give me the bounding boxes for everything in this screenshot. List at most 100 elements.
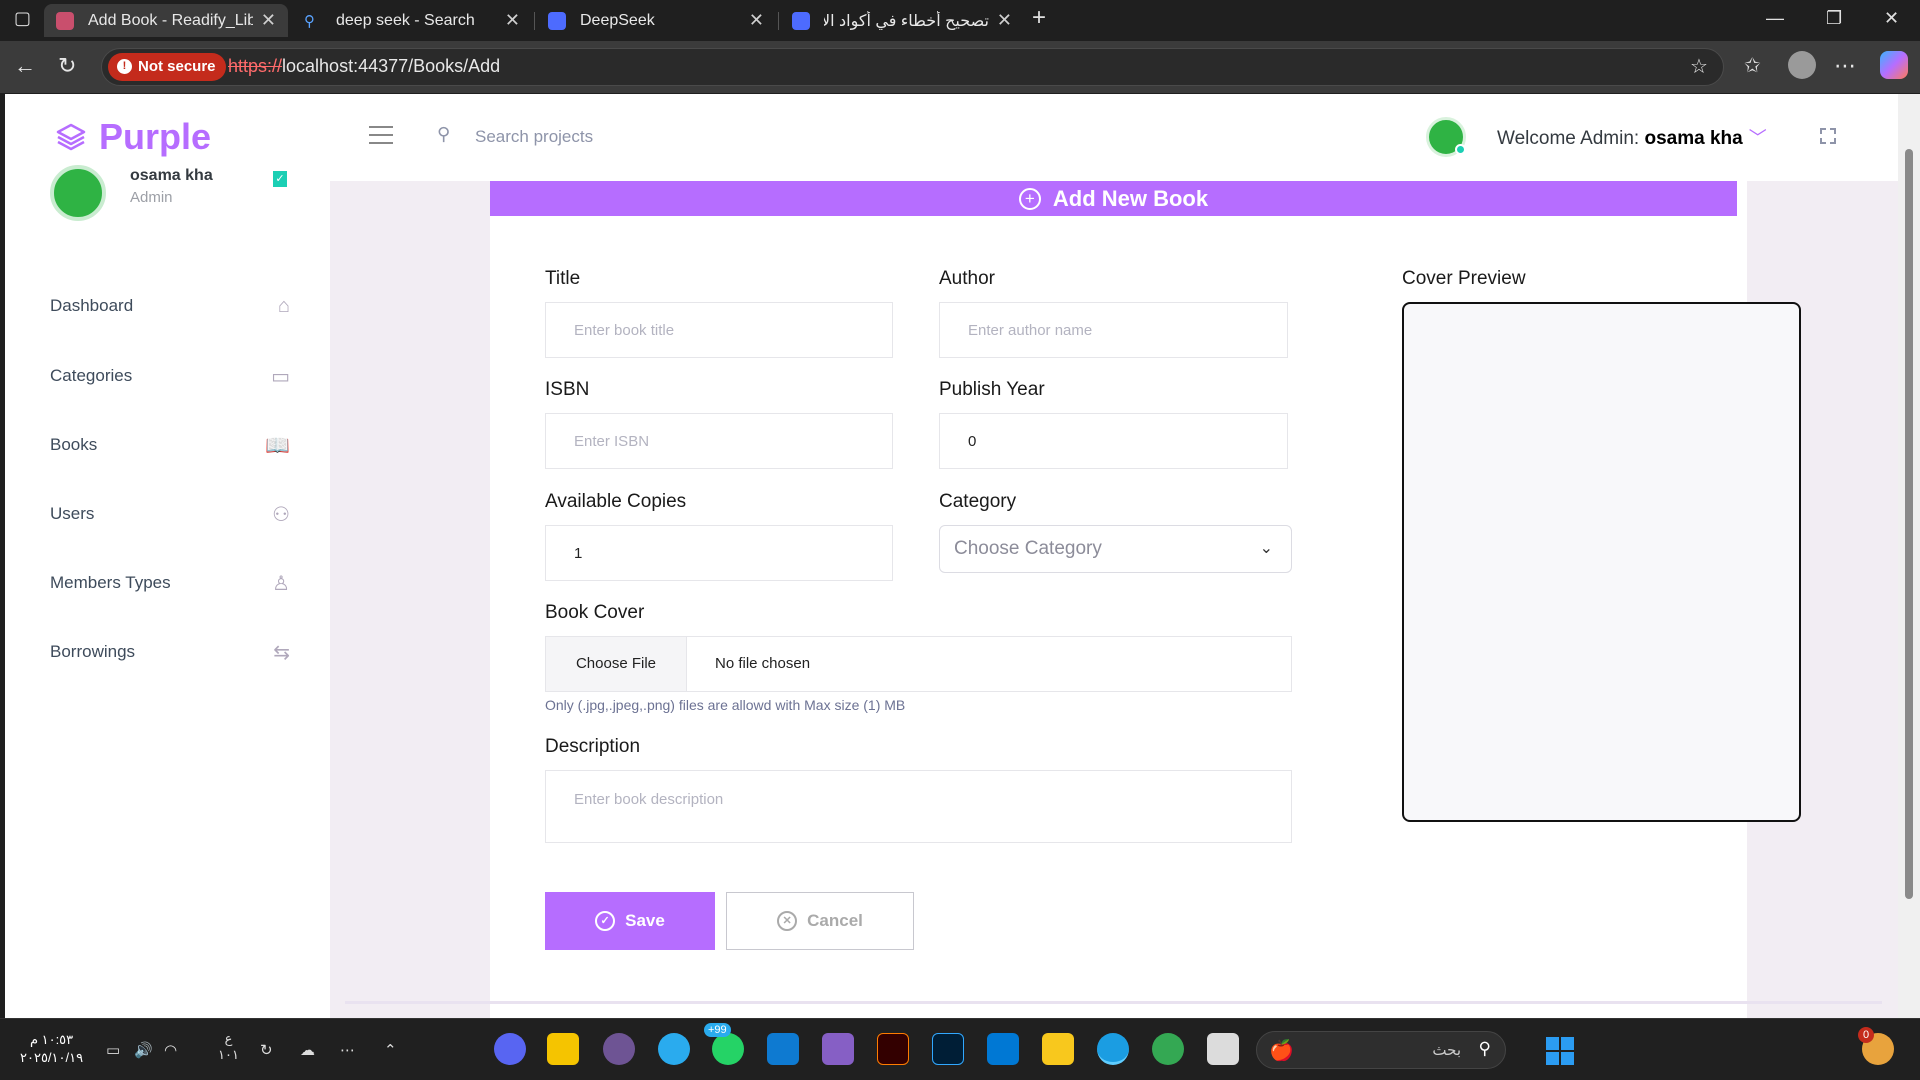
not-secure-label: Not secure bbox=[138, 58, 216, 75]
chevron-down-icon: ﹀ bbox=[1748, 128, 1767, 148]
search-favicon-icon: ⚲ bbox=[304, 12, 315, 30]
file-explorer-icon[interactable] bbox=[1042, 1033, 1074, 1065]
photoshop-icon[interactable] bbox=[932, 1033, 964, 1065]
isbn-input[interactable] bbox=[545, 413, 893, 469]
brand-logo[interactable]: Purple bbox=[55, 116, 211, 158]
profile-name: osama kha bbox=[130, 167, 213, 184]
close-window-icon[interactable]: ✕ bbox=[1884, 8, 1899, 29]
user-menu[interactable]: Welcome Admin: osama kha ﹀ bbox=[1497, 124, 1767, 150]
url-text[interactable]: https://localhost:44377/Books/Add bbox=[228, 56, 500, 77]
terminal-icon[interactable] bbox=[1207, 1033, 1239, 1065]
potplayer-icon[interactable] bbox=[547, 1033, 579, 1065]
clock-date: ٢٠٢٥/١٠/١٩ bbox=[20, 1050, 84, 1065]
battery-icon[interactable]: ▭ bbox=[106, 1041, 120, 1059]
fullscreen-icon[interactable] bbox=[1820, 128, 1836, 144]
illustrator-icon[interactable] bbox=[877, 1033, 909, 1065]
x-circle-icon: ✕ bbox=[777, 911, 798, 931]
book-cover-file-input[interactable]: Choose File No file chosen bbox=[545, 636, 1292, 692]
tab-add-book[interactable]: Add Book - Readify_Library ✕ bbox=[44, 4, 288, 37]
github-icon[interactable] bbox=[603, 1033, 635, 1065]
whatsapp-icon[interactable]: +99 bbox=[704, 1023, 744, 1065]
search-input[interactable] bbox=[475, 120, 775, 154]
notifications-icon[interactable]: 0 bbox=[1858, 1027, 1894, 1065]
fruits-icon: 🍎 bbox=[1269, 1040, 1294, 1062]
chrome-dev-icon[interactable] bbox=[1152, 1033, 1184, 1065]
publish-year-label: Publish Year bbox=[939, 379, 1045, 400]
author-input[interactable] bbox=[939, 302, 1288, 358]
ms-store-icon[interactable] bbox=[987, 1033, 1019, 1065]
sidebar-item-books[interactable]: Books 📖 bbox=[50, 430, 290, 460]
tab-title: Add Book - Readify_Library bbox=[88, 11, 253, 29]
favorites-icon[interactable]: ✩ bbox=[1744, 53, 1761, 78]
sidebar-item-members-types[interactable]: Members Types ♙ bbox=[50, 568, 290, 598]
restore-icon[interactable]: ❐ bbox=[1826, 8, 1842, 29]
cancel-button[interactable]: ✕ Cancel bbox=[726, 892, 914, 950]
chevron-up-icon[interactable]: ⌃ bbox=[384, 1041, 397, 1059]
url-protocol: https:// bbox=[228, 56, 283, 76]
title-input[interactable] bbox=[545, 302, 893, 358]
discord-icon[interactable] bbox=[494, 1033, 526, 1065]
volume-icon[interactable]: 🔊 bbox=[134, 1041, 153, 1059]
page-scrollbar[interactable] bbox=[1898, 94, 1920, 1018]
sidebar-item-borrowings[interactable]: Borrowings ⇆ bbox=[50, 637, 290, 667]
tab-deep-seek-search[interactable]: ⚲ deep seek - Search ✕ bbox=[292, 4, 532, 37]
language-indicator[interactable]: ع ١٠١ bbox=[218, 1031, 239, 1063]
home-icon: ⌂ bbox=[277, 294, 290, 317]
description-label: Description bbox=[545, 736, 641, 757]
scrollbar-thumb[interactable] bbox=[1905, 149, 1913, 899]
sidebar-item-users[interactable]: Users ⚇ bbox=[50, 499, 290, 529]
book-cover-label: Book Cover bbox=[545, 602, 645, 623]
cloud-icon[interactable]: ☁ bbox=[300, 1041, 315, 1059]
copilot-icon[interactable] bbox=[1880, 51, 1908, 79]
sidebar-item-label: Dashboard bbox=[50, 296, 134, 315]
description-textarea[interactable] bbox=[545, 770, 1292, 843]
refresh-icon[interactable]: ↻ bbox=[58, 53, 76, 79]
minimize-icon[interactable]: — bbox=[1766, 8, 1784, 29]
back-icon[interactable]: ← bbox=[14, 53, 36, 79]
top-navbar: Purple ⚲ Welcome Admin: osama kha﹀ bbox=[5, 94, 1898, 181]
menu-toggle-icon[interactable] bbox=[369, 126, 393, 144]
tab-divider bbox=[534, 12, 535, 30]
telegram-icon[interactable] bbox=[658, 1033, 690, 1065]
sidebar-item-categories[interactable]: Categories ▭ bbox=[50, 361, 290, 391]
save-button[interactable]: ✓ Save bbox=[545, 892, 715, 950]
network-status-icon[interactable]: ⋯ bbox=[340, 1041, 355, 1059]
avatar[interactable] bbox=[1426, 117, 1466, 157]
user-icon: ♙ bbox=[272, 572, 290, 595]
author-label: Author bbox=[939, 268, 995, 289]
more-options-icon[interactable]: ⋯ bbox=[1834, 53, 1856, 79]
choose-file-button[interactable]: Choose File bbox=[546, 637, 687, 691]
tab-deepseek[interactable]: DeepSeek ✕ bbox=[536, 4, 776, 37]
sync-icon[interactable]: ↻ bbox=[260, 1041, 273, 1059]
wifi-icon[interactable]: ◠ bbox=[164, 1041, 177, 1059]
favorite-star-icon[interactable]: ☆ bbox=[1690, 54, 1708, 79]
clock-time: ١٠:٥٣ م bbox=[29, 1032, 74, 1047]
close-tab-icon[interactable]: ✕ bbox=[749, 10, 764, 31]
close-tab-icon[interactable]: ✕ bbox=[505, 10, 520, 31]
tab-deepseek-chat[interactable]: تصحيح أخطاء في أكواد الإرجاع - eek ✕ bbox=[780, 4, 1024, 37]
close-tab-icon[interactable]: ✕ bbox=[261, 10, 276, 31]
card-title: Add New Book bbox=[1052, 186, 1209, 211]
sidebar-item-dashboard[interactable]: Dashboard ⌂ bbox=[50, 291, 290, 321]
profile-icon[interactable] bbox=[1788, 51, 1816, 79]
tab-actions-icon[interactable]: ▢ bbox=[14, 8, 31, 29]
windows-start-icon[interactable] bbox=[1546, 1037, 1574, 1065]
available-copies-input[interactable] bbox=[545, 525, 893, 581]
keyboard-layout-label: ١٠١ bbox=[218, 1047, 239, 1062]
system-clock[interactable]: ١٠:٥٣ م ٢٠٢٥/١٠/١٩ bbox=[20, 1031, 83, 1067]
close-tab-icon[interactable]: ✕ bbox=[997, 10, 1012, 31]
new-tab-button[interactable]: + bbox=[1032, 4, 1046, 32]
plus-circle-icon: + bbox=[1018, 188, 1041, 210]
visual-studio-icon[interactable] bbox=[822, 1033, 854, 1065]
edge-icon[interactable] bbox=[1097, 1033, 1129, 1065]
not-secure-badge[interactable]: ! Not secure bbox=[108, 53, 226, 81]
vscode-icon[interactable] bbox=[767, 1033, 799, 1065]
tab-title: DeepSeek bbox=[580, 11, 655, 29]
readify-favicon-icon bbox=[56, 11, 74, 30]
notification-count: 0 bbox=[1858, 1027, 1874, 1043]
publish-year-input[interactable] bbox=[939, 413, 1288, 469]
taskbar-search[interactable]: 🍎 بحث ⚲ bbox=[1256, 1031, 1506, 1069]
address-bar[interactable]: ! Not secure https://localhost:44377/Boo… bbox=[101, 48, 1724, 86]
users-icon: ⚇ bbox=[272, 503, 290, 526]
category-select[interactable]: Choose Category ⌄ bbox=[939, 525, 1292, 573]
